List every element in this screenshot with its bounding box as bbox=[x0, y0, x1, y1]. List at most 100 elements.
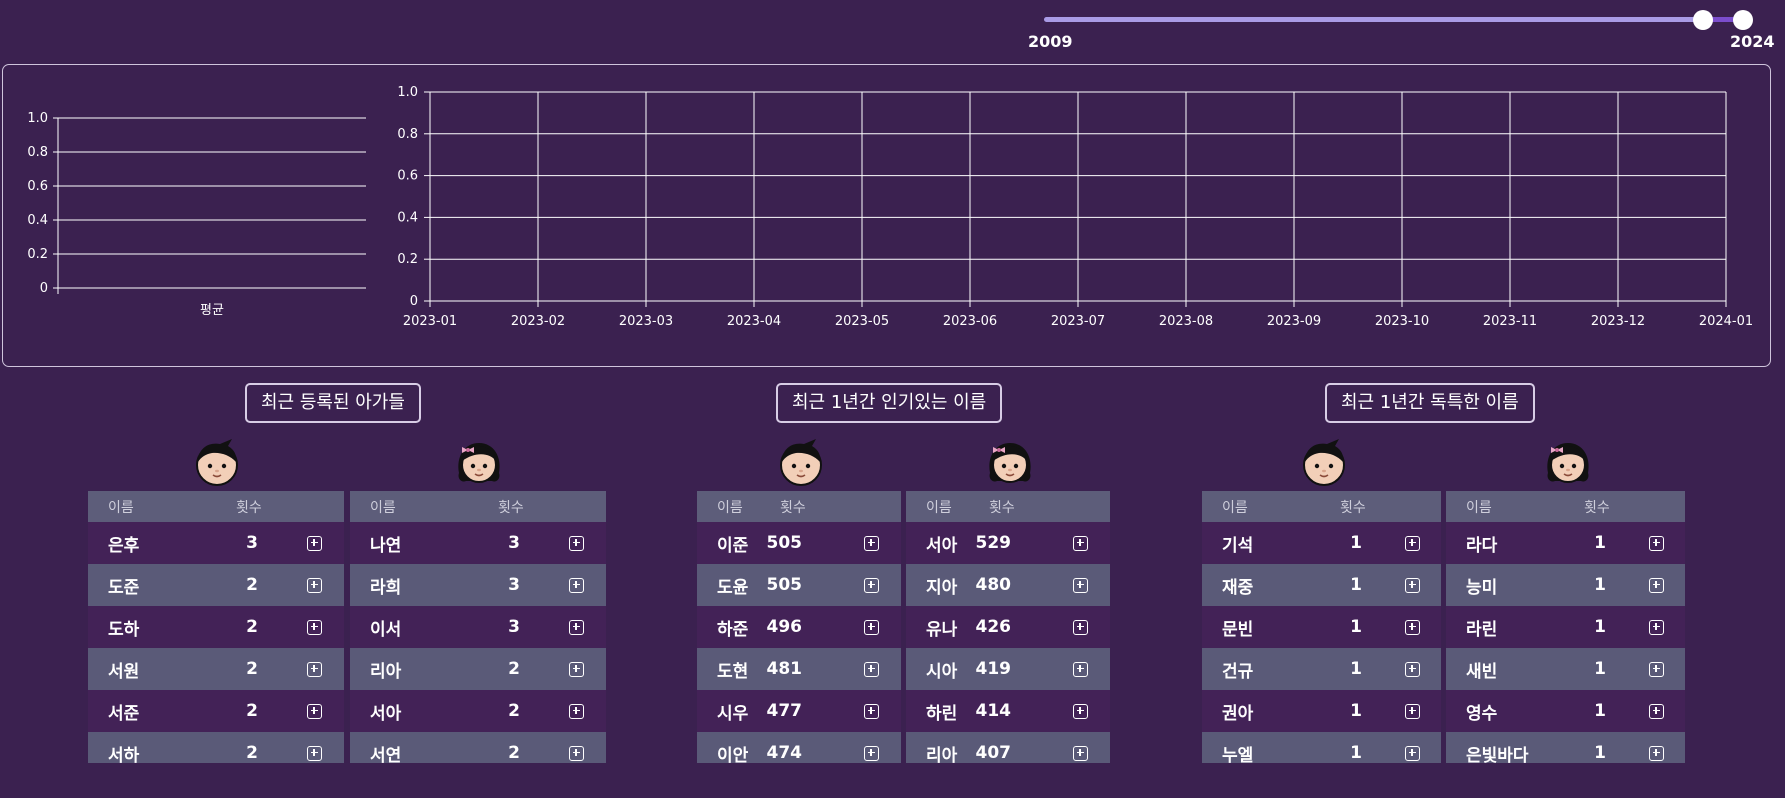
add-name-button[interactable] bbox=[1649, 535, 1664, 551]
table-header: 이름 횟수 bbox=[1202, 491, 1441, 522]
add-name-button[interactable] bbox=[1649, 577, 1664, 593]
boy-icon bbox=[192, 435, 242, 487]
row-count: 2 bbox=[508, 743, 520, 763]
row-count: 1 bbox=[1594, 701, 1606, 721]
row-count: 3 bbox=[508, 617, 520, 637]
add-name-button[interactable] bbox=[1073, 661, 1088, 677]
row-name: 이서 bbox=[370, 619, 402, 640]
slider-end-handle[interactable] bbox=[1733, 10, 1753, 30]
x-tick-label: 2023-02 bbox=[511, 314, 565, 329]
table-row: 이안 474 bbox=[697, 732, 901, 763]
row-count: 407 bbox=[975, 743, 1012, 763]
y-tick-label: 0.4 bbox=[397, 210, 418, 225]
x-tick-label: 2024-01 bbox=[1699, 314, 1753, 329]
row-name: 도현 bbox=[717, 661, 749, 682]
add-name-button[interactable] bbox=[569, 745, 584, 761]
header-name: 이름 bbox=[1222, 499, 1248, 516]
add-name-button[interactable] bbox=[1649, 619, 1664, 635]
row-count: 2 bbox=[246, 743, 258, 763]
add-name-button[interactable] bbox=[569, 619, 584, 635]
add-name-button[interactable] bbox=[1405, 619, 1420, 635]
slider-start-handle[interactable] bbox=[1693, 10, 1713, 30]
add-name-button[interactable] bbox=[864, 661, 879, 677]
table-row: 서원 2 bbox=[88, 648, 344, 690]
girl-names-table: 이름 횟수 서아 529 지아 480 유나 426 시아 419 하린 414 리아 407 bbox=[906, 491, 1110, 763]
add-name-button[interactable] bbox=[864, 577, 879, 593]
add-name-button[interactable] bbox=[1405, 577, 1420, 593]
add-name-button[interactable] bbox=[569, 535, 584, 551]
table-row: 새빈 1 bbox=[1446, 648, 1685, 690]
add-name-button[interactable] bbox=[1073, 703, 1088, 719]
x-tick-label: 2023-01 bbox=[403, 314, 457, 329]
row-count: 505 bbox=[766, 533, 803, 553]
add-name-button[interactable] bbox=[307, 745, 322, 761]
add-name-button[interactable] bbox=[1405, 535, 1420, 551]
table-header: 이름 횟수 bbox=[697, 491, 901, 522]
slider-min-label: 2009 bbox=[1028, 32, 1073, 51]
header-count: 횟수 bbox=[498, 499, 524, 516]
table-row: 문빈 1 bbox=[1202, 606, 1441, 648]
add-name-button[interactable] bbox=[864, 745, 879, 761]
table-row: 누엘 1 bbox=[1202, 732, 1441, 763]
row-name: 누엘 bbox=[1222, 745, 1254, 764]
header-count: 횟수 bbox=[1584, 499, 1610, 516]
slider-track[interactable] bbox=[1044, 17, 1726, 22]
x-tick-label: 2023-06 bbox=[943, 314, 997, 329]
girl-icon bbox=[454, 435, 504, 487]
add-name-button[interactable] bbox=[569, 703, 584, 719]
row-count: 1 bbox=[1350, 533, 1362, 553]
add-name-button[interactable] bbox=[1073, 745, 1088, 761]
add-name-button[interactable] bbox=[864, 619, 879, 635]
table-row: 나연 3 bbox=[350, 522, 606, 564]
header-name: 이름 bbox=[926, 499, 952, 516]
table-row: 이서 3 bbox=[350, 606, 606, 648]
girl-icon bbox=[1543, 435, 1593, 487]
row-name: 나연 bbox=[370, 535, 402, 556]
add-name-button[interactable] bbox=[307, 535, 322, 551]
row-count: 480 bbox=[975, 575, 1012, 595]
y-tick-label: 1.0 bbox=[397, 85, 418, 100]
row-count: 496 bbox=[766, 617, 803, 637]
row-name: 새빈 bbox=[1466, 661, 1498, 682]
add-name-button[interactable] bbox=[569, 577, 584, 593]
add-name-button[interactable] bbox=[307, 703, 322, 719]
add-name-button[interactable] bbox=[1073, 535, 1088, 551]
row-count: 1 bbox=[1594, 533, 1606, 553]
boy-icon bbox=[1299, 435, 1349, 487]
add-name-button[interactable] bbox=[1073, 619, 1088, 635]
add-name-button[interactable] bbox=[1649, 745, 1664, 761]
add-name-button[interactable] bbox=[307, 619, 322, 635]
row-count: 2 bbox=[246, 617, 258, 637]
table-row: 재중 1 bbox=[1202, 564, 1441, 606]
girl-names-table: 이름 횟수 나연 3 라희 3 이서 3 리아 2 서아 2 서연 2 bbox=[350, 491, 606, 763]
table-row: 리아 2 bbox=[350, 648, 606, 690]
y-tick-label: 0.6 bbox=[397, 169, 418, 184]
row-name: 도윤 bbox=[717, 577, 749, 598]
table-header: 이름 횟수 bbox=[1446, 491, 1685, 522]
add-name-button[interactable] bbox=[864, 703, 879, 719]
table-row: 권아 1 bbox=[1202, 690, 1441, 732]
year-range-slider[interactable]: 2009 2024 bbox=[1028, 10, 1775, 51]
add-name-button[interactable] bbox=[1405, 703, 1420, 719]
row-count: 3 bbox=[508, 575, 520, 595]
section-recent-babies: 최근 등록된 아가들 이름 횟수 은후 3 도준 2 도하 2 서원 2 서준 2 서하 2 이름 횟수 나연… bbox=[88, 383, 608, 763]
girl-icon bbox=[985, 435, 1035, 487]
row-count: 474 bbox=[766, 743, 803, 763]
row-name: 서원 bbox=[108, 661, 140, 682]
row-name: 리아 bbox=[370, 661, 402, 682]
add-name-button[interactable] bbox=[307, 577, 322, 593]
row-name: 재중 bbox=[1222, 577, 1254, 598]
table-row: 기석 1 bbox=[1202, 522, 1441, 564]
add-name-button[interactable] bbox=[307, 661, 322, 677]
add-name-button[interactable] bbox=[569, 661, 584, 677]
x-tick-label: 2023-03 bbox=[619, 314, 673, 329]
header-name: 이름 bbox=[1466, 499, 1492, 516]
add-name-button[interactable] bbox=[1649, 661, 1664, 677]
add-name-button[interactable] bbox=[864, 535, 879, 551]
add-name-button[interactable] bbox=[1073, 577, 1088, 593]
add-name-button[interactable] bbox=[1405, 661, 1420, 677]
row-count: 2 bbox=[246, 659, 258, 679]
table-row: 시우 477 bbox=[697, 690, 901, 732]
add-name-button[interactable] bbox=[1649, 703, 1664, 719]
add-name-button[interactable] bbox=[1405, 745, 1420, 761]
